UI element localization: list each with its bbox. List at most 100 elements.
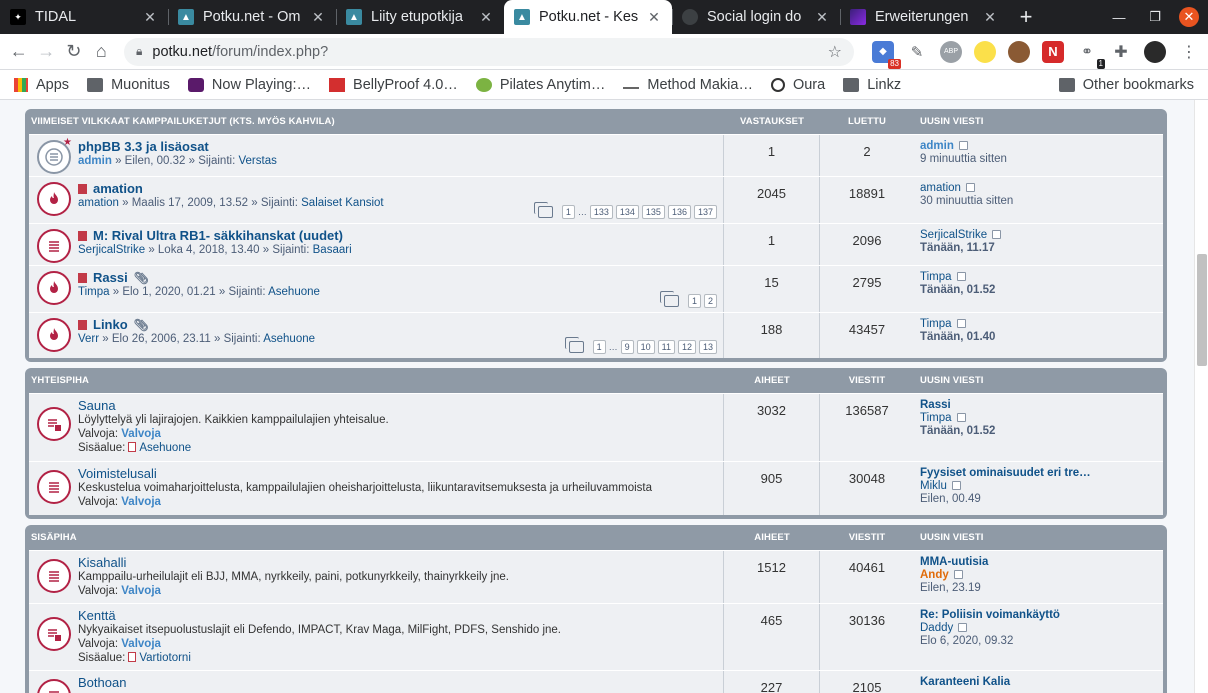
subforum-link[interactable]: Asehuone	[139, 442, 191, 454]
address-bar[interactable]: 🔒︎ potku.net/forum/index.php? ☆	[124, 37, 854, 66]
menu-dots-icon[interactable]: ⋮	[1178, 40, 1200, 63]
bookmark-oura[interactable]: Oura	[770, 77, 825, 93]
cookie-icon[interactable]	[1008, 40, 1030, 63]
view-latest-post-icon[interactable]	[951, 481, 961, 490]
topic-forum-link[interactable]: Asehuone	[263, 333, 315, 345]
last-post-title-link[interactable]: Re: Poliisin voimankäyttö	[920, 609, 1060, 621]
lock-icon[interactable]: 🔒︎	[136, 44, 142, 59]
page-link[interactable]: 136	[667, 205, 691, 219]
topic-title-link[interactable]: Rassi	[93, 271, 128, 285]
bookmark-now-playing[interactable]: Now Playing:…	[187, 77, 311, 93]
page-scrollbar[interactable]	[1194, 100, 1208, 693]
close-tab-icon[interactable]: ✕	[646, 9, 662, 26]
topic-author-link[interactable]: amation	[78, 197, 119, 209]
page-link[interactable]: 137	[693, 205, 717, 219]
bookmark-star-icon[interactable]: ☆	[828, 42, 842, 62]
moderator-link[interactable]: Valvoja	[121, 428, 161, 440]
last-post-title-link[interactable]: Karanteeni Kalia	[920, 676, 1010, 688]
last-post-author-link[interactable]: admin	[920, 140, 954, 152]
topic-forum-link[interactable]: Salaiset Kansiot	[301, 197, 383, 209]
moderator-link[interactable]: Valvoja	[121, 496, 161, 508]
moderator-link[interactable]: Valvoja	[121, 585, 161, 597]
forward-arrow-icon[interactable]: →	[36, 39, 58, 65]
forum-title-link[interactable]: Bothoan	[78, 676, 126, 690]
view-latest-post-icon[interactable]	[958, 141, 968, 150]
bookmark-bellyproof[interactable]: BellyProof 4.0…	[329, 77, 458, 93]
last-post-author-link[interactable]: amation	[920, 182, 961, 194]
close-window-icon[interactable]: ✕	[1179, 7, 1199, 27]
close-tab-icon[interactable]: ✕	[310, 9, 326, 26]
last-post-title-link[interactable]: MMA-uutisia	[920, 556, 988, 568]
page-link[interactable]: 11	[657, 340, 675, 354]
close-tab-icon[interactable]: ✕	[982, 9, 998, 26]
topic-forum-link[interactable]: Verstas	[238, 155, 276, 167]
puzzle-icon[interactable]: ✚	[1110, 40, 1132, 63]
topic-author-link[interactable]: Verr	[78, 333, 99, 345]
forum-title-link[interactable]: Kisahalli	[78, 556, 126, 570]
tab-liity[interactable]: ▲ Liity etupotkija ✕	[336, 0, 504, 34]
page-link[interactable]: 12	[677, 340, 696, 354]
bookmark-linkz[interactable]: Linkz	[843, 77, 901, 93]
page-link[interactable]: 2	[703, 294, 717, 308]
page-link[interactable]: 134	[615, 205, 639, 219]
view-latest-post-icon[interactable]	[992, 230, 1002, 239]
topic-title-link[interactable]: amation	[93, 182, 143, 196]
topic-title-link[interactable]: phpBB 3.3 ja lisäosat	[78, 140, 209, 154]
tab-potku-om[interactable]: ▲ Potku.net - Om ✕	[168, 0, 336, 34]
last-post-author-link[interactable]: SerjicalStrike	[920, 229, 987, 241]
adblock-icon[interactable]: ABP	[940, 40, 962, 63]
maximize-icon[interactable]: ❐	[1137, 9, 1173, 25]
topic-forum-link[interactable]: Asehuone	[268, 286, 320, 298]
page-link[interactable]: 13	[698, 340, 717, 354]
page-link[interactable]: 10	[636, 340, 655, 354]
close-tab-icon[interactable]: ✕	[478, 9, 494, 26]
new-post-icon[interactable]	[78, 231, 87, 241]
link-icon[interactable]: ⚭ 1	[1076, 40, 1105, 69]
new-tab-button[interactable]: +	[1008, 0, 1044, 34]
eyedropper-icon[interactable]: ✎	[906, 40, 928, 63]
page-link[interactable]: 1	[687, 294, 701, 308]
tab-tidal[interactable]: ✦ TIDAL ✕	[0, 0, 168, 34]
topic-forum-link[interactable]: Basaari	[313, 244, 352, 256]
reload-icon[interactable]: ↻	[63, 39, 85, 65]
tab-potku-active[interactable]: ▲ Potku.net - Kes ✕	[504, 0, 672, 34]
page-link[interactable]: 133	[589, 205, 613, 219]
new-post-icon[interactable]	[78, 273, 87, 283]
close-tab-icon[interactable]: ✕	[142, 9, 158, 26]
bookmark-pilates[interactable]: Pilates Anytim…	[475, 77, 605, 93]
bookmark-apps[interactable]: Apps	[14, 77, 69, 93]
last-post-author-link[interactable]: Miklu	[920, 480, 947, 492]
back-arrow-icon[interactable]: ←	[8, 39, 30, 65]
bookmark-muonitus[interactable]: Muonitus	[87, 77, 170, 93]
forum-title-link[interactable]: Sauna	[78, 399, 116, 413]
forum-title-link[interactable]: Voimistelusali	[78, 467, 157, 481]
view-latest-post-icon[interactable]	[953, 570, 963, 579]
last-post-author-link[interactable]: Timpa	[920, 412, 952, 424]
forum-title-link[interactable]: Kenttä	[78, 609, 116, 623]
minimize-icon[interactable]: —	[1101, 10, 1137, 25]
scrollbar-thumb[interactable]	[1197, 254, 1207, 366]
view-latest-post-icon[interactable]	[956, 413, 966, 422]
topic-author-link[interactable]: SerjicalStrike	[78, 244, 145, 256]
moderator-link[interactable]: Valvoja	[121, 638, 161, 650]
close-tab-icon[interactable]: ✕	[814, 9, 830, 26]
topic-author-link[interactable]: admin	[78, 155, 112, 167]
ghost-icon[interactable]	[974, 40, 996, 63]
subforum-link[interactable]: Vartiotorni	[139, 652, 191, 664]
last-post-title-link[interactable]: Rassi	[920, 399, 951, 411]
topic-title-link[interactable]: M: Rival Ultra RB1- säkkihanskat (uudet)	[93, 229, 343, 243]
view-latest-post-icon[interactable]	[965, 183, 975, 192]
new-post-icon[interactable]	[78, 320, 87, 330]
last-post-author-link[interactable]: Andy	[920, 569, 949, 581]
page-link[interactable]: 1	[561, 205, 575, 219]
last-post-author-link[interactable]: Daddy	[920, 622, 953, 634]
last-post-author-link[interactable]: Timpa	[920, 271, 952, 283]
new-post-icon[interactable]	[78, 184, 87, 194]
avatar[interactable]	[1144, 40, 1166, 63]
page-link[interactable]: 135	[641, 205, 665, 219]
tab-social-login[interactable]: Social login do ✕	[672, 0, 840, 34]
page-link[interactable]: 1	[592, 340, 606, 354]
view-latest-post-icon[interactable]	[958, 623, 968, 632]
last-post-author-link[interactable]: Timpa	[920, 318, 952, 330]
topic-title-link[interactable]: Linko	[93, 318, 128, 332]
